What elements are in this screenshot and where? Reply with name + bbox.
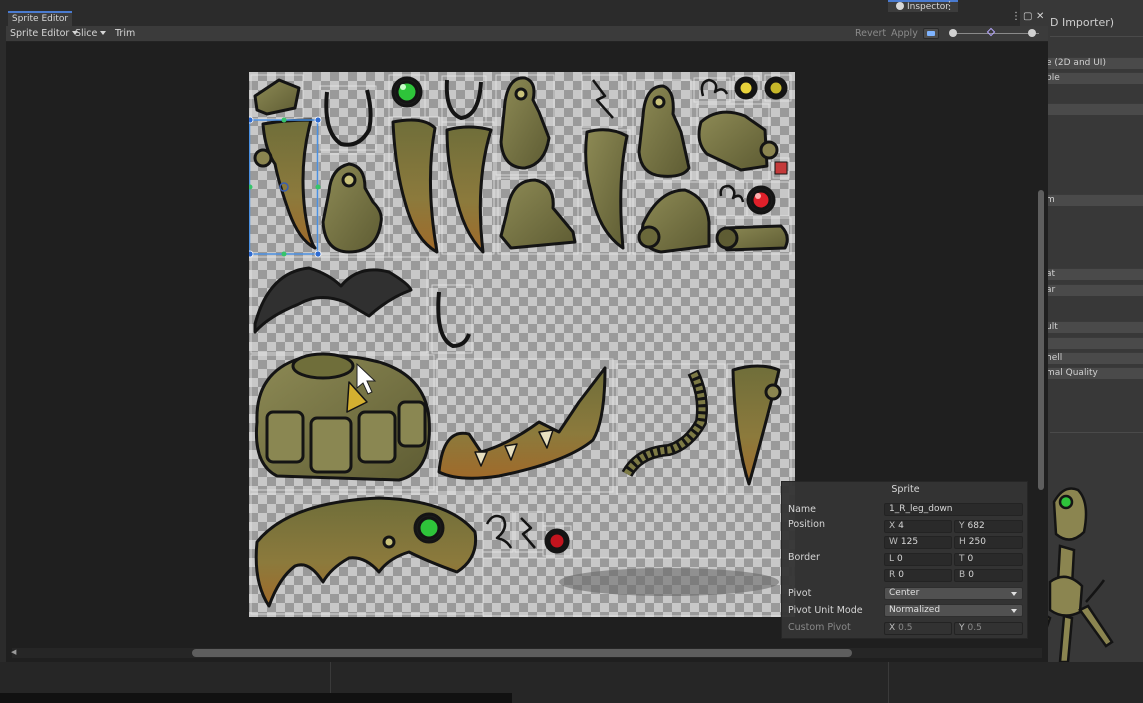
inspector-field-shell[interactable]: hell [1040, 352, 1143, 364]
chevron-down-icon [100, 31, 107, 35]
maximize-icon[interactable]: ▢ [1023, 12, 1032, 22]
sprite-sheet-image [249, 74, 794, 617]
custom-pivot-y-field: Y 0.5 [954, 622, 1023, 635]
inspector-field-filter[interactable]: ar [1040, 284, 1143, 296]
sprite-name-field[interactable]: 1_R_leg_down [884, 503, 1023, 516]
chevron-down-icon [1011, 609, 1017, 613]
border-r-field[interactable]: R0 [884, 569, 952, 582]
sprite-texture-canvas[interactable] [249, 72, 795, 617]
position-x-field[interactable]: X4 [884, 520, 952, 533]
sprite-editor-menu[interactable]: Sprite Editor [10, 26, 79, 42]
position-w-field[interactable]: W 125 [884, 536, 952, 549]
window-menu-icon[interactable]: ⋮ [1011, 12, 1021, 22]
position-h-field[interactable]: H 250 [954, 536, 1023, 549]
horizontal-scrollbar-thumb[interactable] [192, 649, 852, 657]
revert-button[interactable]: Revert [855, 26, 886, 42]
border-label: Border [788, 552, 820, 563]
inspector-field-format[interactable]: at [1040, 268, 1143, 280]
custom-pivot-label: Custom Pivot [788, 622, 851, 633]
position-y-field[interactable]: Y 682 [954, 520, 1023, 533]
status-bar [0, 693, 512, 703]
trim-button[interactable]: Trim [115, 26, 135, 42]
border-t-field[interactable]: T0 [954, 553, 1023, 566]
color-channel-icon [927, 31, 935, 36]
tab-sprite-editor[interactable]: Sprite Editor [8, 11, 72, 26]
inspector-menu-icon[interactable]: ⋮ [944, 0, 955, 12]
inspector-field-quality[interactable]: mal Quality [1040, 367, 1143, 379]
mip-slider-handle[interactable] [1028, 29, 1036, 37]
pivot-label: Pivot [788, 588, 812, 599]
chevron-down-icon [1011, 592, 1017, 596]
info-icon [896, 2, 904, 10]
apply-button[interactable]: Apply [891, 26, 918, 42]
editor-toolbar: Sprite Editor Slice Trim Revert Apply [6, 26, 1048, 42]
inspector-header-title: D Importer) [1050, 16, 1115, 29]
name-label: Name [788, 504, 817, 515]
pivot-unit-mode-label: Pivot Unit Mode [788, 605, 863, 616]
inspector-field-custom[interactable]: m [1040, 194, 1143, 206]
inspector-field-default[interactable]: ult [1040, 321, 1143, 333]
custom-pivot-x-field: X 0.5 [884, 622, 952, 635]
pivot-unit-mode-dropdown[interactable]: Normalized [884, 604, 1023, 617]
sprite-properties-panel: Sprite Name 1_R_leg_down Position X4 Y 68… [781, 481, 1028, 639]
close-icon[interactable]: ✕ [1036, 12, 1044, 22]
slice-menu[interactable]: Slice [75, 26, 107, 42]
inspector-field[interactable] [1040, 337, 1143, 349]
inspector-field-sprite-mode[interactable]: ple [1040, 72, 1143, 84]
inspector-separator [1050, 432, 1143, 433]
inspector-separator [1050, 36, 1143, 37]
zoom-slider-handle[interactable] [949, 29, 957, 37]
border-l-field[interactable]: L0 [884, 553, 952, 566]
divider [888, 662, 889, 703]
position-label: Position [788, 519, 825, 530]
alpha-toggle-button[interactable] [923, 28, 939, 39]
mip-slider-icon [986, 27, 996, 37]
pivot-dropdown[interactable]: Center [884, 587, 1023, 600]
inspector-field-texture-type[interactable]: e (2D and UI) [1040, 57, 1143, 69]
scroll-left-icon[interactable]: ◀ [11, 648, 16, 656]
vertical-scrollbar-thumb[interactable] [1038, 190, 1044, 490]
sprite-panel-title: Sprite [891, 484, 920, 495]
inspector-field[interactable] [1040, 103, 1143, 115]
border-b-field[interactable]: B0 [954, 569, 1023, 582]
